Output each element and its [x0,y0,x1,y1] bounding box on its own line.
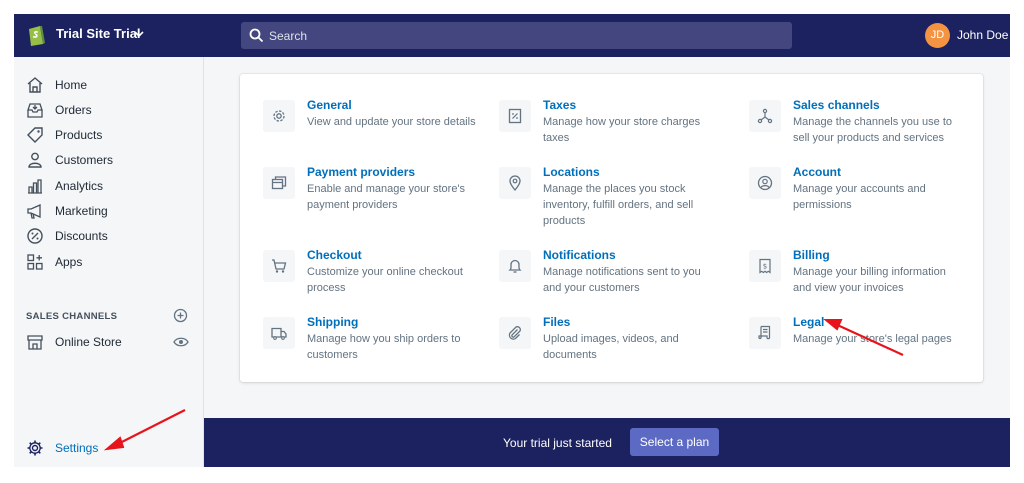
receipt-icon [508,108,522,124]
setting-icon-box [263,167,295,199]
sidebar-item-label: Analytics [55,179,104,193]
setting-description: Manage how your store charges taxes [543,116,701,144]
person-icon [28,152,42,168]
paperclip-icon [508,326,521,340]
setting-description: Manage your store's legal pages [793,333,952,345]
sidebar-item-label: Discounts [55,229,108,243]
sidebar-item-apps[interactable]: Apps [14,251,204,273]
setting-description: Manage the channels you use to sell your… [793,116,953,144]
top-bar: Trial Site Trial Search JD John Doe [14,14,1010,57]
store-icon [27,335,43,350]
setting-description: Manage your accounts and permissions [793,183,926,211]
app-window: Trial Site Trial Search JD John Doe Home… [14,14,1010,467]
setting-description: Manage notifications sent to you and you… [543,266,701,294]
setting-icon-box [499,317,531,349]
setting-icon-box [263,250,295,282]
user-name[interactable]: John Doe [957,28,1008,42]
orders-icon [27,103,43,118]
tag-icon [27,127,43,143]
setting-title[interactable]: Files [543,315,570,329]
store-name[interactable]: Trial Site Trial [56,26,141,41]
setting-icon-box [499,250,531,282]
setting-title[interactable]: Sales channels [793,98,880,112]
setting-icon-box [263,317,295,349]
avatar[interactable]: JD [925,23,950,48]
setting-icon-box [499,167,531,199]
add-circle-icon[interactable] [173,308,188,323]
sidebar-item-label: Products [55,128,103,142]
sales-channels-heading: SALES CHANNELS [26,311,118,322]
setting-description: Upload images, videos, and documents [543,333,679,361]
svg-text:$: $ [763,263,767,271]
gear-icon [273,110,285,122]
location-pin-icon [509,175,521,191]
trial-banner: Your trial just started Select a plan [204,418,1010,467]
bell-icon [508,259,522,273]
gear-icon [27,440,43,456]
setting-title[interactable]: Billing [793,248,830,262]
sidebar-item-label: Home [55,78,88,92]
search-icon [249,28,264,43]
home-icon [27,77,43,93]
sidebar-item-label: Settings [55,441,99,455]
truck-icon [271,327,287,340]
sidebar-item-online-store[interactable]: Online Store [14,331,204,353]
cart-icon [272,259,287,273]
setting-description: Enable and manage your store's payment p… [307,183,466,211]
setting-icon-box: $ [749,250,781,282]
discount-icon [27,228,43,244]
setting-title[interactable]: Payment providers [307,165,415,179]
setting-description: Manage the places you stock inventory, f… [543,183,694,227]
sidebar-item-analytics[interactable]: Analytics [14,175,204,197]
search-placeholder: Search [269,29,308,43]
legal-document-icon [758,325,771,340]
sidebar-item-marketing[interactable]: Marketing [14,200,204,222]
trial-message: Your trial just started [503,436,612,450]
setting-title[interactable]: Taxes [543,98,576,112]
shopify-logo-icon [29,26,45,46]
setting-title[interactable]: Account [793,165,841,179]
setting-description: Manage your billing information and view… [793,266,946,294]
setting-icon-box [263,100,295,132]
sidebar-item-orders[interactable]: Orders [14,99,204,121]
search-bar[interactable]: Search [241,22,792,49]
sidebar-item-label: Orders [55,103,92,117]
setting-title[interactable]: Notifications [543,248,616,262]
sidebar-item-products[interactable]: Products [14,124,204,146]
sidebar-item-customers[interactable]: Customers [14,149,204,171]
setting-icon-box [749,317,781,349]
sidebar-item-home[interactable]: Home [14,74,204,96]
setting-title[interactable]: Shipping [307,315,358,329]
setting-description: View and update your store details [307,116,476,128]
sidebar-item-label: Apps [55,255,83,269]
setting-title[interactable]: Legal [793,315,824,329]
sidebar-item-label: Customers [55,153,114,167]
select-plan-button[interactable]: Select a plan [630,428,719,456]
chevron-down-icon[interactable] [132,27,146,41]
channels-icon [757,108,773,124]
setting-title[interactable]: Checkout [307,248,362,262]
setting-icon-box [499,100,531,132]
setting-description: Customize your online checkout process [307,266,463,294]
settings-card: General View and update your store detai… [240,74,983,382]
payment-icon [271,176,287,190]
sidebar-item-label: Online Store [55,335,122,349]
sidebar-item-discounts[interactable]: Discounts [14,225,204,247]
setting-description: Manage how you ship orders to customers [307,333,461,361]
setting-icon-box [749,100,781,132]
setting-icon-box [749,167,781,199]
billing-icon: $ [759,258,771,274]
sidebar-item-settings[interactable]: Settings [14,437,204,459]
sidebar: Home Orders Products Customers Analytics… [14,57,204,467]
sidebar-item-label: Marketing [55,204,108,218]
eye-icon[interactable] [173,336,189,348]
account-icon [757,175,773,191]
bar-chart-icon [28,179,42,194]
apps-icon [27,254,43,270]
setting-title[interactable]: General [307,98,352,112]
megaphone-icon [27,203,41,219]
setting-title[interactable]: Locations [543,165,600,179]
